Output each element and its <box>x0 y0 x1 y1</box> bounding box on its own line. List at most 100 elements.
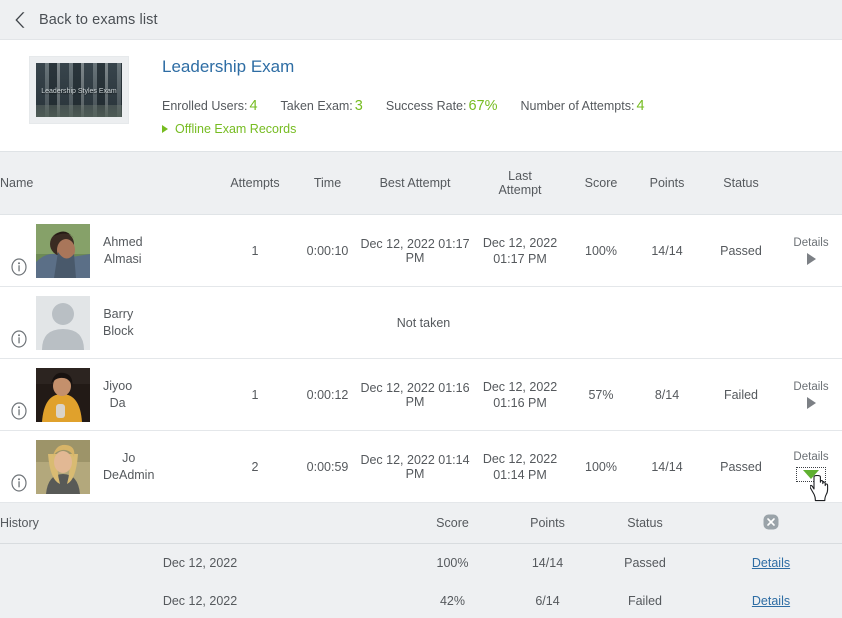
avatar-placeholder-icon <box>36 296 90 350</box>
cell-last-attempt: Dec 12, 2022 01:17 PM <box>470 215 570 287</box>
user-first-name: Jiyoo <box>103 379 132 393</box>
stat-success-rate: Success Rate:67% <box>386 98 498 114</box>
column-header-details <box>780 152 842 215</box>
user-first-name: Jo <box>122 451 135 465</box>
cell-details: Details <box>780 215 842 287</box>
results-header-row: Name Attempts Time Best Attempt Last Att… <box>0 152 842 215</box>
triangle-right-icon <box>162 125 168 133</box>
chevron-left-icon[interactable] <box>13 10 27 30</box>
user-first-name: Ahmed <box>103 235 143 249</box>
history-table-body: Dec 12, 2022 100% 14/14 Passed Details D… <box>0 544 842 618</box>
cell-name: Jiyoo Da <box>0 359 215 431</box>
cell-last-attempt-date: Dec 12, 2022 <box>483 236 557 250</box>
column-header-best-attempt[interactable]: Best Attempt <box>360 152 470 215</box>
expand-details-triangle-icon[interactable] <box>807 397 816 409</box>
details-label: Details <box>793 237 828 249</box>
user-last-name: DeAdmin <box>103 468 154 482</box>
cell-last-attempt-time: 01:14 PM <box>493 468 547 482</box>
expand-details-triangle-icon[interactable] <box>807 253 816 265</box>
column-header-last-attempt[interactable]: Last Attempt <box>470 152 570 215</box>
triangle-down-icon <box>803 470 819 479</box>
column-header-time[interactable]: Time <box>295 152 360 215</box>
cell-points: 14/14 <box>632 215 702 287</box>
cell-attempts: 1 <box>215 359 295 431</box>
stat-number-of-attempts-value: 4 <box>636 98 644 114</box>
back-to-exams-list-link[interactable]: Back to exams list <box>39 12 158 28</box>
cell-details-empty <box>780 287 842 359</box>
column-header-status[interactable]: Status <box>702 152 780 215</box>
history-score: 42% <box>400 582 505 618</box>
history-header-row: History Score Points Status <box>0 503 842 544</box>
details-label: Details <box>793 451 828 463</box>
stat-enrolled-users: Enrolled Users:4 <box>162 98 258 114</box>
cell-name: Jo DeAdmin <box>0 431 215 503</box>
offline-exam-records-link[interactable]: Offline Exam Records <box>162 122 645 136</box>
avatar <box>36 368 90 422</box>
cell-name: Barry Block <box>0 287 215 359</box>
cell-last-attempt-date: Dec 12, 2022 <box>483 452 557 466</box>
user-last-name: Block <box>103 324 134 338</box>
cell-status: Passed <box>702 215 780 287</box>
cell-status: Passed <box>702 431 780 503</box>
cell-points-empty <box>632 287 702 359</box>
avatar <box>36 440 90 494</box>
offline-exam-records-label: Offline Exam Records <box>175 122 296 136</box>
cell-last-attempt-time: 01:17 PM <box>493 252 547 266</box>
stat-success-rate-value: 67% <box>468 98 497 114</box>
exam-summary: Leadership Styles Exam Leadership Exam E… <box>0 40 842 152</box>
info-icon[interactable] <box>10 474 28 492</box>
exam-thumbnail-caption: Leadership Styles Exam <box>36 87 122 96</box>
history-status: Failed <box>590 582 700 618</box>
history-details-link[interactable]: Details <box>752 556 790 570</box>
column-header-name[interactable]: Name <box>0 152 215 215</box>
cell-details: Details <box>780 431 842 503</box>
attempt-history-panel: History Score Points Status <box>0 503 842 618</box>
column-header-points[interactable]: Points <box>632 152 702 215</box>
exam-stats: Enrolled Users:4 Taken Exam:3 Success Ra… <box>162 98 645 114</box>
user-name: Ahmed Almasi <box>103 234 143 268</box>
back-bar: Back to exams list <box>0 0 842 40</box>
history-table: History Score Points Status <box>0 503 842 618</box>
stat-enrolled-users-value: 4 <box>249 98 257 114</box>
cell-best-attempt: Dec 12, 2022 01:14 PM <box>360 431 470 503</box>
exam-summary-body: Leadership Exam Enrolled Users:4 Taken E… <box>162 54 645 135</box>
history-details-link[interactable]: Details <box>752 594 790 608</box>
column-header-last-attempt-line2: Attempt <box>498 183 541 197</box>
cell-time: 0:00:10 <box>295 215 360 287</box>
stat-enrolled-users-label: Enrolled Users: <box>162 99 247 113</box>
close-circle-icon[interactable] <box>763 514 779 530</box>
history-date: Dec 12, 2022 <box>0 544 400 583</box>
history-details-cell: Details <box>700 582 842 618</box>
history-column-points: Points <box>505 503 590 544</box>
user-name: Jo DeAdmin <box>103 450 154 484</box>
results-table-head: Name Attempts Time Best Attempt Last Att… <box>0 152 842 215</box>
table-row: Jo DeAdmin 2 0:00:59 Dec 12, 2022 01:14 … <box>0 431 842 503</box>
cell-not-taken: Not taken <box>215 287 632 359</box>
cell-status: Failed <box>702 359 780 431</box>
stat-number-of-attempts-label: Number of Attempts: <box>521 99 635 113</box>
info-icon[interactable] <box>10 402 28 420</box>
exam-title[interactable]: Leadership Exam <box>162 56 294 78</box>
info-icon[interactable] <box>10 258 28 276</box>
table-row: Jiyoo Da 1 0:00:12 Dec 12, 2022 01:16 PM… <box>0 359 842 431</box>
exam-thumbnail-image: Leadership Styles Exam <box>36 63 122 117</box>
history-date: Dec 12, 2022 <box>0 582 400 618</box>
history-column-close <box>700 503 842 544</box>
user-name: Jiyoo Da <box>103 378 132 412</box>
collapse-details-triangle-icon[interactable] <box>796 467 826 482</box>
history-column-score: Score <box>400 503 505 544</box>
history-title: History <box>0 503 400 544</box>
cell-last-attempt-date: Dec 12, 2022 <box>483 380 557 394</box>
cell-score: 57% <box>570 359 632 431</box>
cell-status-empty <box>702 287 780 359</box>
history-status: Passed <box>590 544 700 583</box>
cell-best-attempt: Dec 12, 2022 01:16 PM <box>360 359 470 431</box>
user-first-name: Barry <box>103 307 133 321</box>
history-points: 6/14 <box>505 582 590 618</box>
table-row: Ahmed Almasi 1 0:00:10 Dec 12, 2022 01:1… <box>0 215 842 287</box>
column-header-attempts[interactable]: Attempts <box>215 152 295 215</box>
results-table-body: Ahmed Almasi 1 0:00:10 Dec 12, 2022 01:1… <box>0 215 842 503</box>
info-icon[interactable] <box>10 330 28 348</box>
history-details-cell: Details <box>700 544 842 583</box>
column-header-score[interactable]: Score <box>570 152 632 215</box>
